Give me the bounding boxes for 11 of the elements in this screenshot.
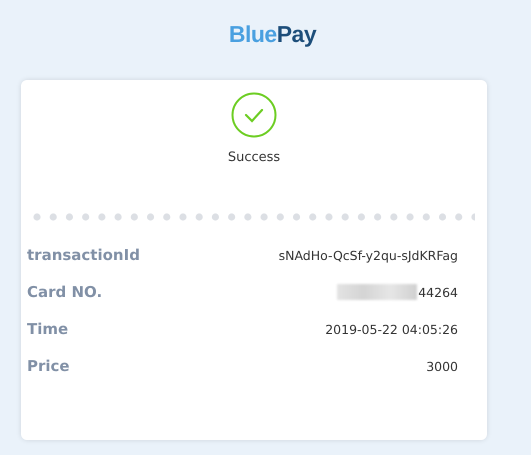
logo: BluePay — [228, 21, 316, 49]
detail-label: transactionId — [27, 246, 140, 264]
detail-value: 3000 — [426, 358, 458, 374]
detail-value: sNAdHo-QcSf-y2qu-sJdKRFag — [278, 248, 458, 262]
detail-label: Price — [27, 357, 70, 375]
detail-value: 44264 — [418, 284, 458, 300]
status-text: Success — [228, 150, 280, 165]
check-circle-icon — [231, 92, 277, 138]
detail-label: Card NO. — [27, 283, 102, 301]
detail-label: Time — [27, 320, 68, 338]
detail-value: 2019-05-22 04:05:26 — [325, 322, 458, 336]
